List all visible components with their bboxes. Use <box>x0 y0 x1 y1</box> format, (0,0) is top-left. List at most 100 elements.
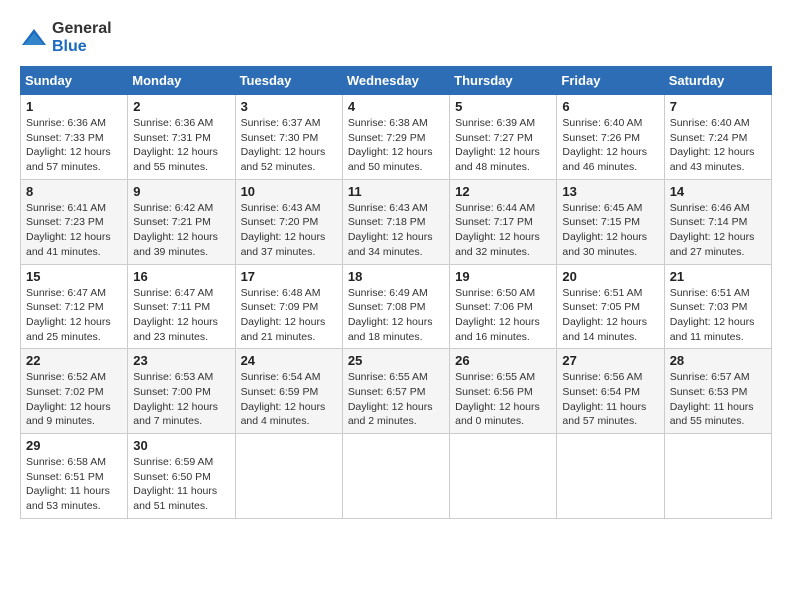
day-number: 2 <box>133 99 229 114</box>
calendar-cell <box>235 434 342 519</box>
day-detail: Sunrise: 6:44 AMSunset: 7:17 PMDaylight:… <box>455 202 540 258</box>
day-detail: Sunrise: 6:52 AMSunset: 7:02 PMDaylight:… <box>26 371 111 427</box>
day-detail: Sunrise: 6:55 AMSunset: 6:56 PMDaylight:… <box>455 371 540 427</box>
calendar-cell: 25 Sunrise: 6:55 AMSunset: 6:57 PMDaylig… <box>342 349 449 434</box>
calendar-cell: 12 Sunrise: 6:44 AMSunset: 7:17 PMDaylig… <box>450 179 557 264</box>
day-detail: Sunrise: 6:51 AMSunset: 7:03 PMDaylight:… <box>670 287 755 343</box>
weekday-header-wednesday: Wednesday <box>342 67 449 95</box>
calendar-week-row: 29 Sunrise: 6:58 AMSunset: 6:51 PMDaylig… <box>21 434 772 519</box>
calendar-cell: 24 Sunrise: 6:54 AMSunset: 6:59 PMDaylig… <box>235 349 342 434</box>
day-number: 21 <box>670 269 766 284</box>
day-number: 8 <box>26 184 122 199</box>
calendar-cell: 8 Sunrise: 6:41 AMSunset: 7:23 PMDayligh… <box>21 179 128 264</box>
day-detail: Sunrise: 6:43 AMSunset: 7:18 PMDaylight:… <box>348 202 433 258</box>
day-number: 9 <box>133 184 229 199</box>
day-detail: Sunrise: 6:55 AMSunset: 6:57 PMDaylight:… <box>348 371 433 427</box>
calendar-cell: 5 Sunrise: 6:39 AMSunset: 7:27 PMDayligh… <box>450 95 557 180</box>
calendar-cell: 26 Sunrise: 6:55 AMSunset: 6:56 PMDaylig… <box>450 349 557 434</box>
day-number: 20 <box>562 269 658 284</box>
weekday-header-thursday: Thursday <box>450 67 557 95</box>
day-number: 28 <box>670 353 766 368</box>
day-number: 26 <box>455 353 551 368</box>
day-number: 6 <box>562 99 658 114</box>
day-number: 17 <box>241 269 337 284</box>
day-detail: Sunrise: 6:48 AMSunset: 7:09 PMDaylight:… <box>241 287 326 343</box>
day-detail: Sunrise: 6:49 AMSunset: 7:08 PMDaylight:… <box>348 287 433 343</box>
day-number: 11 <box>348 184 444 199</box>
day-detail: Sunrise: 6:45 AMSunset: 7:15 PMDaylight:… <box>562 202 647 258</box>
calendar-week-row: 22 Sunrise: 6:52 AMSunset: 7:02 PMDaylig… <box>21 349 772 434</box>
calendar-cell: 9 Sunrise: 6:42 AMSunset: 7:21 PMDayligh… <box>128 179 235 264</box>
calendar-cell: 2 Sunrise: 6:36 AMSunset: 7:31 PMDayligh… <box>128 95 235 180</box>
logo-general-text: General <box>52 20 112 37</box>
calendar-cell: 22 Sunrise: 6:52 AMSunset: 7:02 PMDaylig… <box>21 349 128 434</box>
calendar-cell: 3 Sunrise: 6:37 AMSunset: 7:30 PMDayligh… <box>235 95 342 180</box>
day-number: 5 <box>455 99 551 114</box>
calendar-cell: 28 Sunrise: 6:57 AMSunset: 6:53 PMDaylig… <box>664 349 771 434</box>
logo-blue-text: Blue <box>52 38 87 55</box>
day-detail: Sunrise: 6:54 AMSunset: 6:59 PMDaylight:… <box>241 371 326 427</box>
day-number: 30 <box>133 438 229 453</box>
calendar-cell: 23 Sunrise: 6:53 AMSunset: 7:00 PMDaylig… <box>128 349 235 434</box>
calendar-cell: 4 Sunrise: 6:38 AMSunset: 7:29 PMDayligh… <box>342 95 449 180</box>
day-detail: Sunrise: 6:36 AMSunset: 7:33 PMDaylight:… <box>26 117 111 173</box>
calendar-cell: 7 Sunrise: 6:40 AMSunset: 7:24 PMDayligh… <box>664 95 771 180</box>
logo: General Blue <box>20 20 112 56</box>
weekday-header-saturday: Saturday <box>664 67 771 95</box>
logo-icon <box>20 27 48 49</box>
day-detail: Sunrise: 6:38 AMSunset: 7:29 PMDaylight:… <box>348 117 433 173</box>
day-number: 24 <box>241 353 337 368</box>
calendar-table: SundayMondayTuesdayWednesdayThursdayFrid… <box>20 66 772 519</box>
day-number: 29 <box>26 438 122 453</box>
day-number: 19 <box>455 269 551 284</box>
day-number: 10 <box>241 184 337 199</box>
day-detail: Sunrise: 6:57 AMSunset: 6:53 PMDaylight:… <box>670 371 754 427</box>
calendar-cell: 6 Sunrise: 6:40 AMSunset: 7:26 PMDayligh… <box>557 95 664 180</box>
day-number: 16 <box>133 269 229 284</box>
day-detail: Sunrise: 6:42 AMSunset: 7:21 PMDaylight:… <box>133 202 218 258</box>
day-number: 22 <box>26 353 122 368</box>
calendar-cell: 10 Sunrise: 6:43 AMSunset: 7:20 PMDaylig… <box>235 179 342 264</box>
day-detail: Sunrise: 6:46 AMSunset: 7:14 PMDaylight:… <box>670 202 755 258</box>
day-number: 15 <box>26 269 122 284</box>
calendar-cell: 19 Sunrise: 6:50 AMSunset: 7:06 PMDaylig… <box>450 264 557 349</box>
day-detail: Sunrise: 6:43 AMSunset: 7:20 PMDaylight:… <box>241 202 326 258</box>
day-number: 25 <box>348 353 444 368</box>
day-number: 12 <box>455 184 551 199</box>
calendar-cell: 21 Sunrise: 6:51 AMSunset: 7:03 PMDaylig… <box>664 264 771 349</box>
calendar-cell: 11 Sunrise: 6:43 AMSunset: 7:18 PMDaylig… <box>342 179 449 264</box>
calendar-header-row: SundayMondayTuesdayWednesdayThursdayFrid… <box>21 67 772 95</box>
day-number: 23 <box>133 353 229 368</box>
calendar-cell: 1 Sunrise: 6:36 AMSunset: 7:33 PMDayligh… <box>21 95 128 180</box>
day-detail: Sunrise: 6:37 AMSunset: 7:30 PMDaylight:… <box>241 117 326 173</box>
day-number: 1 <box>26 99 122 114</box>
day-detail: Sunrise: 6:59 AMSunset: 6:50 PMDaylight:… <box>133 456 217 512</box>
day-number: 27 <box>562 353 658 368</box>
calendar-cell: 20 Sunrise: 6:51 AMSunset: 7:05 PMDaylig… <box>557 264 664 349</box>
day-detail: Sunrise: 6:51 AMSunset: 7:05 PMDaylight:… <box>562 287 647 343</box>
day-number: 3 <box>241 99 337 114</box>
day-detail: Sunrise: 6:40 AMSunset: 7:24 PMDaylight:… <box>670 117 755 173</box>
page-header: General Blue <box>20 20 772 56</box>
calendar-cell: 27 Sunrise: 6:56 AMSunset: 6:54 PMDaylig… <box>557 349 664 434</box>
day-number: 14 <box>670 184 766 199</box>
calendar-cell: 14 Sunrise: 6:46 AMSunset: 7:14 PMDaylig… <box>664 179 771 264</box>
day-number: 7 <box>670 99 766 114</box>
calendar-week-row: 15 Sunrise: 6:47 AMSunset: 7:12 PMDaylig… <box>21 264 772 349</box>
calendar-cell <box>450 434 557 519</box>
day-detail: Sunrise: 6:47 AMSunset: 7:11 PMDaylight:… <box>133 287 218 343</box>
day-number: 18 <box>348 269 444 284</box>
day-detail: Sunrise: 6:56 AMSunset: 6:54 PMDaylight:… <box>562 371 646 427</box>
day-detail: Sunrise: 6:39 AMSunset: 7:27 PMDaylight:… <box>455 117 540 173</box>
calendar-cell: 13 Sunrise: 6:45 AMSunset: 7:15 PMDaylig… <box>557 179 664 264</box>
calendar-cell <box>664 434 771 519</box>
day-detail: Sunrise: 6:53 AMSunset: 7:00 PMDaylight:… <box>133 371 218 427</box>
day-detail: Sunrise: 6:47 AMSunset: 7:12 PMDaylight:… <box>26 287 111 343</box>
calendar-cell: 15 Sunrise: 6:47 AMSunset: 7:12 PMDaylig… <box>21 264 128 349</box>
day-detail: Sunrise: 6:41 AMSunset: 7:23 PMDaylight:… <box>26 202 111 258</box>
calendar-week-row: 8 Sunrise: 6:41 AMSunset: 7:23 PMDayligh… <box>21 179 772 264</box>
day-detail: Sunrise: 6:36 AMSunset: 7:31 PMDaylight:… <box>133 117 218 173</box>
calendar-cell <box>342 434 449 519</box>
day-number: 4 <box>348 99 444 114</box>
calendar-cell: 16 Sunrise: 6:47 AMSunset: 7:11 PMDaylig… <box>128 264 235 349</box>
